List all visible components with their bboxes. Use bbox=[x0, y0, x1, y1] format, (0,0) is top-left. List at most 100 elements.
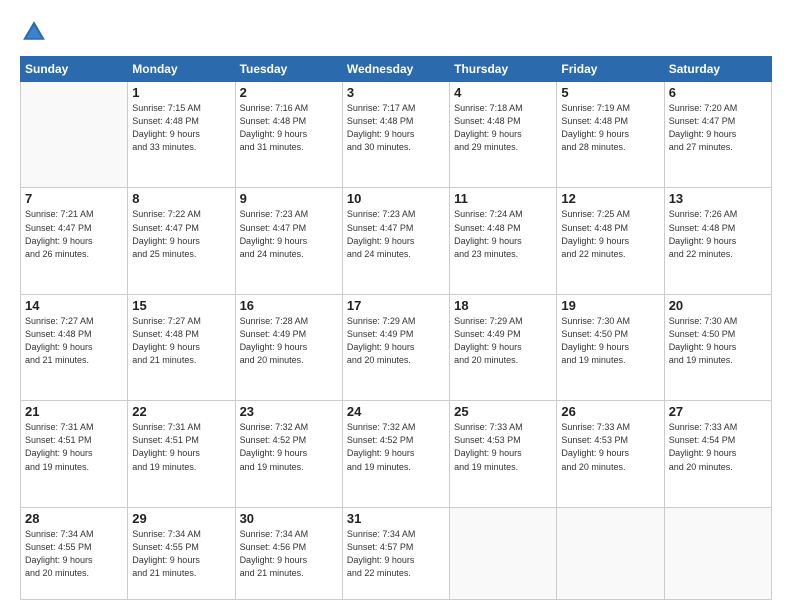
day-info: Sunrise: 7:30 AM Sunset: 4:50 PM Dayligh… bbox=[561, 315, 659, 367]
day-number: 24 bbox=[347, 404, 445, 419]
calendar-cell-2-1: 7 Sunrise: 7:21 AM Sunset: 4:47 PM Daylig… bbox=[21, 188, 128, 294]
day-number: 7 bbox=[25, 191, 123, 206]
calendar-cell-5-3: 30 Sunrise: 7:34 AM Sunset: 4:56 PM Dayli… bbox=[235, 507, 342, 599]
calendar-cell-4-1: 21 Sunrise: 7:31 AM Sunset: 4:51 PM Dayli… bbox=[21, 401, 128, 507]
day-info: Sunrise: 7:16 AM Sunset: 4:48 PM Dayligh… bbox=[240, 102, 338, 154]
day-info: Sunrise: 7:27 AM Sunset: 4:48 PM Dayligh… bbox=[132, 315, 230, 367]
calendar-cell-2-5: 11Sunrise: 7:24 AM Sunset: 4:48 PM Dayli… bbox=[450, 188, 557, 294]
day-info: Sunrise: 7:33 AM Sunset: 4:53 PM Dayligh… bbox=[561, 421, 659, 473]
logo-icon bbox=[20, 18, 48, 46]
day-info: Sunrise: 7:33 AM Sunset: 4:54 PM Dayligh… bbox=[669, 421, 767, 473]
day-info: Sunrise: 7:23 AM Sunset: 4:47 PM Dayligh… bbox=[240, 208, 338, 260]
day-info: Sunrise: 7:24 AM Sunset: 4:48 PM Dayligh… bbox=[454, 208, 552, 260]
calendar-week-row-3: 14Sunrise: 7:27 AM Sunset: 4:48 PM Dayli… bbox=[21, 294, 772, 400]
day-info: Sunrise: 7:29 AM Sunset: 4:49 PM Dayligh… bbox=[454, 315, 552, 367]
calendar-week-row-2: 7 Sunrise: 7:21 AM Sunset: 4:47 PM Daylig… bbox=[21, 188, 772, 294]
day-info: Sunrise: 7:22 AM Sunset: 4:47 PM Dayligh… bbox=[132, 208, 230, 260]
day-info: Sunrise: 7:26 AM Sunset: 4:48 PM Dayligh… bbox=[669, 208, 767, 260]
day-number: 8 bbox=[132, 191, 230, 206]
day-number: 30 bbox=[240, 511, 338, 526]
calendar-cell-5-4: 31 Sunrise: 7:34 AM Sunset: 4:57 PM Dayli… bbox=[342, 507, 449, 599]
day-info: Sunrise: 7:34 AM Sunset: 4:55 PM Dayligh… bbox=[132, 528, 230, 580]
calendar-header-saturday: Saturday bbox=[664, 57, 771, 82]
day-number: 13 bbox=[669, 191, 767, 206]
day-info: Sunrise: 7:27 AM Sunset: 4:48 PM Dayligh… bbox=[25, 315, 123, 367]
calendar-cell-4-4: 24 Sunrise: 7:32 AM Sunset: 4:52 PM Dayli… bbox=[342, 401, 449, 507]
calendar-cell-2-3: 9 Sunrise: 7:23 AM Sunset: 4:47 PM Daylig… bbox=[235, 188, 342, 294]
day-info: Sunrise: 7:19 AM Sunset: 4:48 PM Dayligh… bbox=[561, 102, 659, 154]
calendar-cell-2-7: 13 Sunrise: 7:26 AM Sunset: 4:48 PM Dayli… bbox=[664, 188, 771, 294]
day-number: 22 bbox=[132, 404, 230, 419]
calendar-header-monday: Monday bbox=[128, 57, 235, 82]
calendar-cell-3-4: 17Sunrise: 7:29 AM Sunset: 4:49 PM Dayli… bbox=[342, 294, 449, 400]
calendar-cell-1-4: 3Sunrise: 7:17 AM Sunset: 4:48 PM Daylig… bbox=[342, 82, 449, 188]
calendar-week-row-5: 28 Sunrise: 7:34 AM Sunset: 4:55 PM Dayli… bbox=[21, 507, 772, 599]
calendar-cell-4-3: 23 Sunrise: 7:32 AM Sunset: 4:52 PM Dayli… bbox=[235, 401, 342, 507]
day-info: Sunrise: 7:28 AM Sunset: 4:49 PM Dayligh… bbox=[240, 315, 338, 367]
calendar-cell-4-7: 27 Sunrise: 7:33 AM Sunset: 4:54 PM Dayli… bbox=[664, 401, 771, 507]
calendar-header-row: SundayMondayTuesdayWednesdayThursdayFrid… bbox=[21, 57, 772, 82]
day-info: Sunrise: 7:18 AM Sunset: 4:48 PM Dayligh… bbox=[454, 102, 552, 154]
day-number: 31 bbox=[347, 511, 445, 526]
day-info: Sunrise: 7:32 AM Sunset: 4:52 PM Dayligh… bbox=[347, 421, 445, 473]
day-info: Sunrise: 7:30 AM Sunset: 4:50 PM Dayligh… bbox=[669, 315, 767, 367]
day-number: 18 bbox=[454, 298, 552, 313]
calendar-table: SundayMondayTuesdayWednesdayThursdayFrid… bbox=[20, 56, 772, 600]
day-number: 20 bbox=[669, 298, 767, 313]
calendar-cell-1-2: 1 Sunrise: 7:15 AM Sunset: 4:48 PM Daylig… bbox=[128, 82, 235, 188]
day-number: 6 bbox=[669, 85, 767, 100]
day-info: Sunrise: 7:34 AM Sunset: 4:55 PM Dayligh… bbox=[25, 528, 123, 580]
day-info: Sunrise: 7:31 AM Sunset: 4:51 PM Dayligh… bbox=[25, 421, 123, 473]
day-number: 21 bbox=[25, 404, 123, 419]
day-number: 28 bbox=[25, 511, 123, 526]
calendar-week-row-1: 1 Sunrise: 7:15 AM Sunset: 4:48 PM Daylig… bbox=[21, 82, 772, 188]
calendar-cell-3-1: 14Sunrise: 7:27 AM Sunset: 4:48 PM Dayli… bbox=[21, 294, 128, 400]
logo bbox=[20, 18, 54, 46]
day-info: Sunrise: 7:25 AM Sunset: 4:48 PM Dayligh… bbox=[561, 208, 659, 260]
calendar-cell-4-2: 22 Sunrise: 7:31 AM Sunset: 4:51 PM Dayli… bbox=[128, 401, 235, 507]
calendar-week-row-4: 21 Sunrise: 7:31 AM Sunset: 4:51 PM Dayli… bbox=[21, 401, 772, 507]
day-info: Sunrise: 7:17 AM Sunset: 4:48 PM Dayligh… bbox=[347, 102, 445, 154]
calendar-cell-5-5 bbox=[450, 507, 557, 599]
calendar-header-thursday: Thursday bbox=[450, 57, 557, 82]
day-number: 27 bbox=[669, 404, 767, 419]
calendar-cell-2-2: 8 Sunrise: 7:22 AM Sunset: 4:47 PM Daylig… bbox=[128, 188, 235, 294]
calendar-cell-5-6 bbox=[557, 507, 664, 599]
header bbox=[20, 18, 772, 46]
day-info: Sunrise: 7:34 AM Sunset: 4:56 PM Dayligh… bbox=[240, 528, 338, 580]
day-info: Sunrise: 7:31 AM Sunset: 4:51 PM Dayligh… bbox=[132, 421, 230, 473]
day-number: 15 bbox=[132, 298, 230, 313]
day-number: 23 bbox=[240, 404, 338, 419]
calendar-cell-3-6: 19Sunrise: 7:30 AM Sunset: 4:50 PM Dayli… bbox=[557, 294, 664, 400]
day-number: 17 bbox=[347, 298, 445, 313]
day-info: Sunrise: 7:15 AM Sunset: 4:48 PM Dayligh… bbox=[132, 102, 230, 154]
calendar-cell-5-2: 29 Sunrise: 7:34 AM Sunset: 4:55 PM Dayli… bbox=[128, 507, 235, 599]
calendar-cell-1-3: 2 Sunrise: 7:16 AM Sunset: 4:48 PM Daylig… bbox=[235, 82, 342, 188]
day-number: 10 bbox=[347, 191, 445, 206]
calendar-cell-3-2: 15 Sunrise: 7:27 AM Sunset: 4:48 PM Dayli… bbox=[128, 294, 235, 400]
calendar-cell-1-7: 6Sunrise: 7:20 AM Sunset: 4:47 PM Daylig… bbox=[664, 82, 771, 188]
calendar-cell-1-6: 5 Sunrise: 7:19 AM Sunset: 4:48 PM Daylig… bbox=[557, 82, 664, 188]
calendar-header-sunday: Sunday bbox=[21, 57, 128, 82]
day-info: Sunrise: 7:23 AM Sunset: 4:47 PM Dayligh… bbox=[347, 208, 445, 260]
day-number: 25 bbox=[454, 404, 552, 419]
calendar-cell-2-6: 12Sunrise: 7:25 AM Sunset: 4:48 PM Dayli… bbox=[557, 188, 664, 294]
calendar-header-wednesday: Wednesday bbox=[342, 57, 449, 82]
day-info: Sunrise: 7:32 AM Sunset: 4:52 PM Dayligh… bbox=[240, 421, 338, 473]
calendar-cell-5-1: 28 Sunrise: 7:34 AM Sunset: 4:55 PM Dayli… bbox=[21, 507, 128, 599]
day-number: 26 bbox=[561, 404, 659, 419]
calendar-header-tuesday: Tuesday bbox=[235, 57, 342, 82]
day-info: Sunrise: 7:34 AM Sunset: 4:57 PM Dayligh… bbox=[347, 528, 445, 580]
calendar-cell-3-7: 20 Sunrise: 7:30 AM Sunset: 4:50 PM Dayli… bbox=[664, 294, 771, 400]
calendar-cell-4-6: 26 Sunrise: 7:33 AM Sunset: 4:53 PM Dayli… bbox=[557, 401, 664, 507]
calendar-cell-5-7 bbox=[664, 507, 771, 599]
day-number: 4 bbox=[454, 85, 552, 100]
day-number: 9 bbox=[240, 191, 338, 206]
day-number: 16 bbox=[240, 298, 338, 313]
day-info: Sunrise: 7:21 AM Sunset: 4:47 PM Dayligh… bbox=[25, 208, 123, 260]
day-number: 1 bbox=[132, 85, 230, 100]
day-number: 5 bbox=[561, 85, 659, 100]
calendar-cell-3-3: 16 Sunrise: 7:28 AM Sunset: 4:49 PM Dayli… bbox=[235, 294, 342, 400]
day-number: 29 bbox=[132, 511, 230, 526]
day-number: 2 bbox=[240, 85, 338, 100]
